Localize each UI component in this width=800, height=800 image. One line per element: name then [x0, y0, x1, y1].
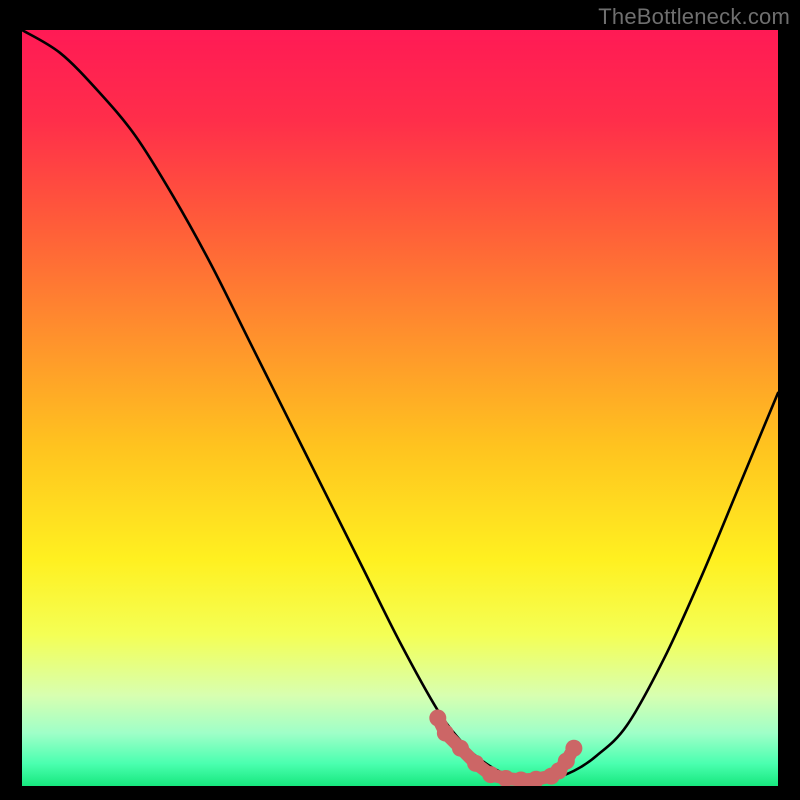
marker-dot [467, 755, 484, 772]
bottleneck-chart [22, 30, 778, 786]
chart-frame: TheBottleneck.com [0, 0, 800, 800]
marker-dot [429, 709, 446, 726]
marker-dot [565, 740, 582, 757]
gradient-background [22, 30, 778, 786]
marker-dot [482, 766, 499, 783]
marker-dot [452, 740, 469, 757]
marker-dot [437, 725, 454, 742]
plot-area [22, 30, 778, 786]
watermark-text: TheBottleneck.com [598, 4, 790, 30]
